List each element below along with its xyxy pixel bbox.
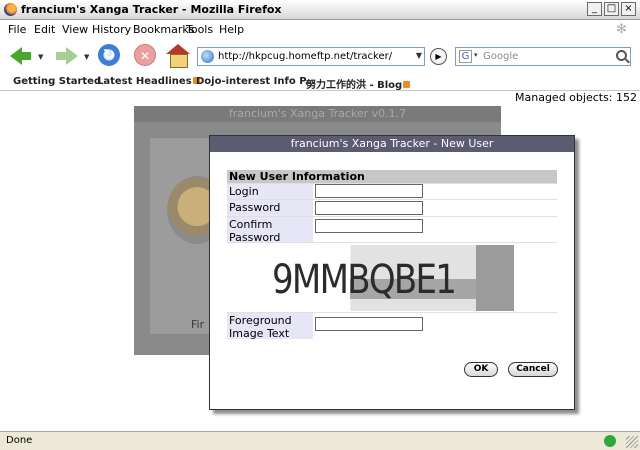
foreground-text-input[interactable]	[315, 317, 423, 331]
menu-history[interactable]: History	[92, 23, 131, 36]
search-box[interactable]: G ▾ Google	[455, 47, 631, 66]
status-bar: Done	[0, 431, 640, 450]
bookmark-blog[interactable]: 努力工作的洪 - Blog	[306, 76, 411, 91]
foreground-text-row: Foreground Image Text	[227, 312, 557, 340]
login-input[interactable]	[315, 184, 423, 198]
menu-view[interactable]: View	[62, 23, 88, 36]
title-bar: francium's Xanga Tracker - Mozilla Firef…	[0, 0, 640, 20]
maximize-button[interactable]: □	[604, 2, 619, 16]
menu-tools[interactable]: Tools	[186, 23, 213, 36]
search-icon[interactable]	[616, 50, 627, 61]
dialog-title: francium's Xanga Tracker - New User	[210, 136, 574, 152]
stop-icon[interactable]: ✕	[134, 44, 156, 66]
search-engine-dropdown-icon[interactable]: ▾	[474, 51, 478, 59]
confirm-password-row: Confirm Password	[227, 216, 557, 244]
menu-bar: File Edit View History Bookmarks Tools H…	[0, 20, 640, 39]
url-dropdown-icon[interactable]: ▼	[416, 51, 422, 60]
password-input[interactable]	[315, 201, 423, 215]
ok-button[interactable]: OK	[464, 362, 498, 377]
rss-icon	[403, 81, 411, 88]
new-user-dialog: francium's Xanga Tracker - New User New …	[209, 135, 575, 410]
url-text[interactable]: http://hkpcug.homeftp.net/tracker/	[218, 51, 392, 62]
captcha-image: 9MMBQBE1	[270, 245, 514, 311]
password-row: Password	[227, 199, 557, 216]
resize-grip-icon[interactable]	[626, 436, 638, 448]
globe-icon	[201, 50, 214, 63]
form-section-header: New User Information	[227, 170, 557, 183]
background-window-title: francium's Xanga Tracker v0.1.7	[134, 106, 501, 122]
menu-file[interactable]: File	[8, 23, 26, 36]
cancel-button[interactable]: Cancel	[508, 362, 558, 377]
captcha-text: 9MMBQBE1	[272, 257, 457, 303]
forward-dropdown-icon[interactable]: ▼	[84, 53, 89, 61]
login-label: Login	[227, 184, 313, 199]
managed-objects-count: Managed objects: 152	[515, 91, 637, 104]
menu-help[interactable]: Help	[219, 23, 244, 36]
firefox-icon	[4, 3, 17, 16]
url-bar[interactable]: http://hkpcug.homeftp.net/tracker/ ▼	[197, 47, 425, 66]
captcha-row: 9MMBQBE1	[227, 242, 557, 312]
bookmarks-toolbar: Getting Started Latest Headlines Dojo-in…	[0, 73, 640, 91]
status-text: Done	[6, 435, 33, 446]
minimize-button[interactable]: _	[587, 2, 602, 16]
connection-ok-icon	[604, 435, 616, 447]
close-button[interactable]: ×	[621, 2, 636, 16]
go-icon[interactable]: ▶	[430, 48, 447, 65]
back-icon[interactable]	[8, 44, 34, 68]
reload-icon[interactable]: ↻	[98, 44, 120, 66]
window-title: francium's Xanga Tracker - Mozilla Firef…	[21, 3, 282, 16]
background-text-fragment: Fir	[191, 318, 205, 331]
search-engine-icon[interactable]: G	[459, 50, 472, 63]
bookmark-dojo-interest[interactable]: Dojo-interest Info P...	[196, 76, 316, 87]
confirm-password-input[interactable]	[315, 219, 423, 233]
new-user-form: New User Information Login Password Conf…	[227, 170, 557, 340]
menu-edit[interactable]: Edit	[34, 23, 55, 36]
home-icon[interactable]	[166, 44, 190, 68]
foreground-text-label: Foreground Image Text	[227, 313, 313, 340]
search-placeholder[interactable]: Google	[483, 51, 518, 62]
window-controls: _ □ ×	[587, 2, 636, 16]
back-dropdown-icon[interactable]: ▼	[38, 53, 43, 61]
confirm-password-label: Confirm Password	[227, 217, 313, 244]
bookmark-getting-started[interactable]: Getting Started	[13, 76, 101, 87]
throbber-icon: ✻	[616, 22, 627, 37]
login-row: Login	[227, 183, 557, 199]
password-label: Password	[227, 200, 313, 216]
forward-icon[interactable]	[54, 44, 80, 68]
bookmark-latest-headlines[interactable]: Latest Headlines	[97, 76, 200, 87]
